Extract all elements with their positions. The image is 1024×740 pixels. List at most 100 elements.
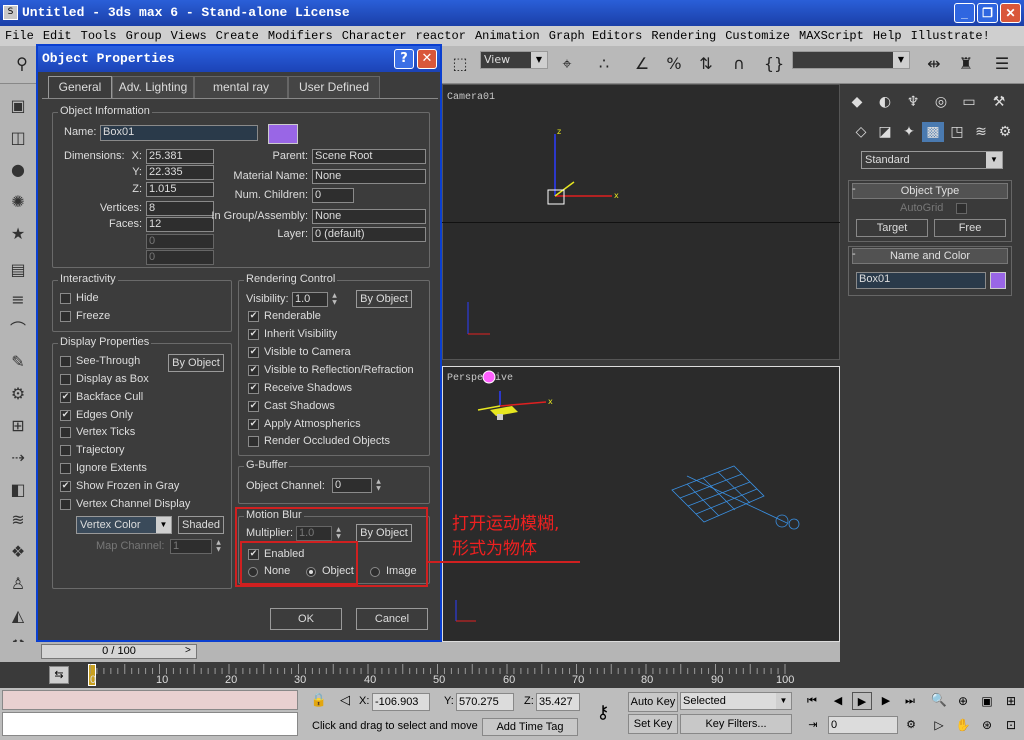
menu-character[interactable]: Character: [337, 26, 411, 46]
light-icon[interactable]: ✺: [6, 190, 30, 214]
zoom-all-icon[interactable]: ⊕: [954, 692, 972, 710]
display-as-box-checkbox[interactable]: [60, 374, 71, 385]
zoom-icon[interactable]: 🔍: [930, 692, 948, 710]
visible-to-camera-checkbox[interactable]: ✔: [248, 347, 259, 358]
pivot-icon[interactable]: ⌖: [555, 52, 579, 76]
hierarchy-icon[interactable]: ⊞: [6, 414, 30, 438]
next-frame-icon[interactable]: ▶: [876, 692, 896, 710]
key-mode-icon[interactable]: ⇥: [804, 716, 822, 734]
zoom-extents-all-icon[interactable]: ⊞: [1002, 692, 1020, 710]
maxscript-input[interactable]: [2, 712, 298, 736]
menu-modifiers[interactable]: Modifiers: [263, 26, 337, 46]
cast-shadows-checkbox[interactable]: ✔: [248, 401, 259, 412]
freeze-checkbox[interactable]: [60, 311, 71, 322]
menu-tools[interactable]: Tools: [76, 26, 121, 46]
zoom-extents-icon[interactable]: ▣: [978, 692, 996, 710]
pan-icon[interactable]: ✋: [954, 716, 972, 734]
edges-only-checkbox[interactable]: ✔: [60, 410, 71, 421]
spinner-snap-icon[interactable]: ⇅: [694, 52, 718, 76]
menu-maxscript[interactable]: MAXScript: [794, 26, 868, 46]
key-filters-button[interactable]: Key Filters...: [680, 714, 792, 734]
close-button[interactable]: ✕: [1000, 3, 1021, 23]
hierarchy-tab-icon[interactable]: ♆: [902, 92, 924, 112]
menu-graph-editors[interactable]: Graph Editors: [544, 26, 647, 46]
add-time-tag-button[interactable]: Add Time Tag: [482, 718, 578, 736]
name-color-collapse[interactable]: -: [852, 248, 856, 260]
rendering-by-object-button[interactable]: By Object: [356, 290, 412, 308]
mirror-icon[interactable]: ⇹: [922, 52, 946, 76]
maximize-viewport-icon[interactable]: ⊡: [1002, 716, 1020, 734]
object-type-collapse[interactable]: -: [852, 183, 856, 195]
material-icon[interactable]: ◭: [6, 604, 30, 628]
visibility-spinner[interactable]: ▲ ▼: [330, 292, 339, 307]
motion-icon[interactable]: ⇢: [6, 446, 30, 470]
stack-icon[interactable]: ≡: [6, 288, 30, 312]
display-tab-icon[interactable]: ▭: [958, 92, 980, 112]
coord-y-field[interactable]: 570.275: [456, 693, 514, 711]
hide-checkbox[interactable]: [60, 293, 71, 304]
category-dropdown[interactable]: Standard ▼: [861, 151, 1003, 169]
vertex-channel-display-checkbox[interactable]: [60, 499, 71, 510]
visible-to-reflection-checkbox[interactable]: ✔: [248, 365, 259, 376]
space-warp-icon[interactable]: ≋: [6, 508, 30, 532]
reference-coordinate-dropdown[interactable]: View ▼: [480, 51, 548, 69]
go-to-start-icon[interactable]: ⏮: [802, 692, 822, 710]
maximize-button[interactable]: ❐: [977, 3, 998, 23]
go-to-end-icon[interactable]: ⏭: [900, 692, 920, 710]
tab-user-defined[interactable]: User Defined: [288, 76, 380, 98]
time-next-arrow[interactable]: >: [185, 645, 191, 656]
mini-curve-editor-icon[interactable]: ⇆: [49, 666, 69, 684]
maxscript-listener[interactable]: [2, 690, 298, 710]
map-channel-field[interactable]: 1: [170, 539, 212, 554]
modifier-icon[interactable]: ▤: [6, 258, 30, 282]
show-frozen-gray-checkbox[interactable]: ✔: [60, 481, 71, 492]
menu-create[interactable]: Create: [211, 26, 263, 46]
absolute-mode-icon[interactable]: ◁: [336, 693, 354, 709]
vertex-ticks-checkbox[interactable]: [60, 427, 71, 438]
display-icon[interactable]: ◧: [6, 478, 30, 502]
current-frame-field[interactable]: 0: [828, 716, 898, 734]
motion-tab-icon[interactable]: ◎: [930, 92, 952, 112]
menu-illustrate[interactable]: Illustrate!: [906, 26, 994, 46]
box-icon[interactable]: ▣: [6, 94, 30, 118]
time-config-icon[interactable]: ⚙: [902, 716, 920, 734]
shapes-icon[interactable]: ◪: [874, 122, 896, 142]
inherit-visibility-checkbox[interactable]: ✔: [248, 329, 259, 340]
layer-value[interactable]: 0 (default): [312, 227, 426, 242]
tab-general[interactable]: General: [48, 76, 112, 98]
object-channel-field[interactable]: 0: [332, 478, 372, 493]
object-name-field[interactable]: Box01: [100, 125, 258, 141]
snap-icon[interactable]: ∴: [592, 52, 616, 76]
object-type-header[interactable]: Object Type: [852, 183, 1008, 199]
map-channel-spinner[interactable]: ▲ ▼: [214, 539, 223, 554]
cameras-icon[interactable]: ▩: [922, 122, 944, 142]
backface-cull-checkbox[interactable]: ✔: [60, 392, 71, 403]
receive-shadows-checkbox[interactable]: ✔: [248, 383, 259, 394]
coord-x-field[interactable]: -106.903: [372, 693, 430, 711]
systems-icon[interactable]: ⚙: [994, 122, 1016, 142]
lights-icon[interactable]: ✦: [898, 122, 920, 142]
ignore-extents-checkbox[interactable]: [60, 463, 71, 474]
auto-key-button[interactable]: Auto Key: [628, 692, 678, 712]
menu-views[interactable]: Views: [166, 26, 211, 46]
named-selection-dropdown[interactable]: ▼: [792, 51, 910, 69]
coord-z-field[interactable]: 35.427: [536, 693, 580, 711]
apply-atmospherics-checkbox[interactable]: ✔: [248, 419, 259, 430]
app-icon[interactable]: S: [3, 5, 18, 20]
geometry-icon[interactable]: ◇: [850, 122, 872, 142]
menu-reactor[interactable]: reactor: [411, 26, 470, 46]
minimize-button[interactable]: _: [954, 3, 975, 23]
cylinder-icon[interactable]: ◫: [6, 126, 30, 150]
key-mode-dropdown[interactable]: Selected ▼: [680, 692, 792, 710]
object-color-swatch[interactable]: [990, 272, 1006, 289]
utilities-tab-icon[interactable]: ⚒: [988, 92, 1010, 112]
tab-adv-lighting[interactable]: Adv. Lighting: [112, 76, 194, 98]
sphere-icon[interactable]: ●: [6, 158, 30, 182]
see-through-checkbox[interactable]: [60, 356, 71, 367]
renderable-checkbox[interactable]: ✔: [248, 311, 259, 322]
gear-icon[interactable]: ⚙: [6, 382, 30, 406]
set-key-button[interactable]: Set Key: [628, 714, 678, 734]
bend-icon[interactable]: ⌒: [6, 318, 30, 342]
object-color-swatch[interactable]: [268, 124, 298, 144]
menu-file[interactable]: File: [0, 26, 38, 46]
